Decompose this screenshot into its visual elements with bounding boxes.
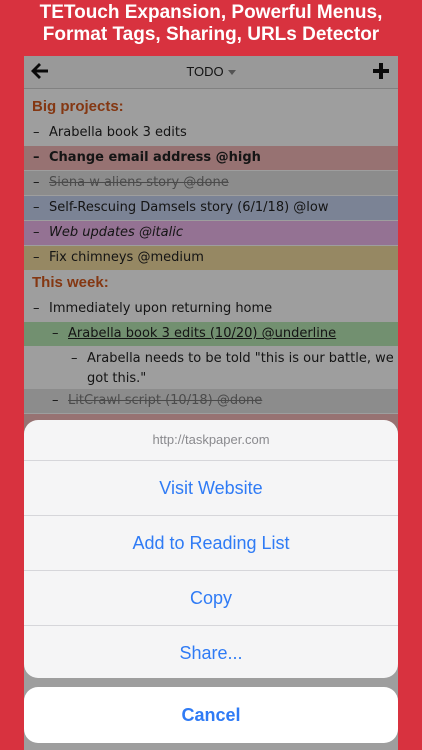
banner-line-1: TETouch Expansion, Powerful Menus, bbox=[39, 2, 383, 23]
phone-screen: TODO Big projects: – Arabella book 3 edi… bbox=[24, 56, 398, 750]
visit-website-button[interactable]: Visit Website bbox=[24, 461, 398, 516]
add-to-reading-list-button[interactable]: Add to Reading List bbox=[24, 516, 398, 571]
cancel-button[interactable]: Cancel bbox=[24, 687, 398, 743]
copy-button[interactable]: Copy bbox=[24, 571, 398, 626]
action-sheet-url: http://taskpaper.com bbox=[24, 420, 398, 461]
share-button[interactable]: Share... bbox=[24, 626, 398, 678]
banner-line-2: Format Tags, Sharing, URLs Detector bbox=[42, 24, 380, 45]
action-sheet: http://taskpaper.com Visit Website Add t… bbox=[24, 420, 398, 678]
promo-banner: TETouch Expansion, Powerful Menus, Forma… bbox=[0, 0, 422, 58]
